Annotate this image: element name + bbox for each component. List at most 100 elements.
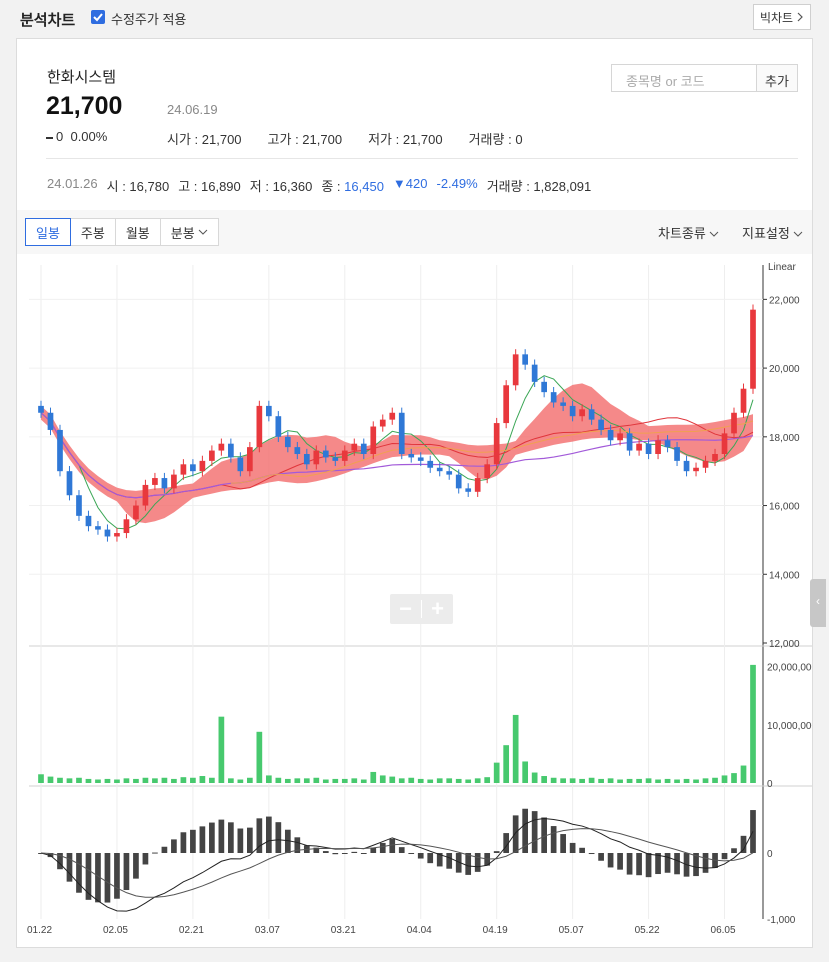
macd-histogram-bar — [351, 851, 358, 853]
tab-daily[interactable]: 일봉 — [25, 218, 71, 246]
volume-bar — [47, 776, 54, 783]
tab-monthly[interactable]: 월봉 — [114, 218, 161, 246]
price-date: 24.06.19 — [167, 102, 218, 117]
volume-bar — [303, 778, 310, 783]
change-value: 0 — [56, 129, 64, 144]
chevron-down-icon — [198, 229, 208, 235]
macd-histogram-bar — [247, 827, 253, 853]
x-tick-label: 04.19 — [483, 925, 508, 936]
zoom-in-button[interactable]: + — [422, 594, 453, 624]
volume-bar — [152, 778, 158, 783]
volume-bar — [712, 777, 718, 783]
candle — [427, 460, 434, 468]
stock-search-input[interactable]: 종목명 or 코드 — [611, 64, 757, 92]
volume-bar — [683, 778, 690, 783]
top-bar: 분석차트 수정주가 적용 빅차트 — [0, 0, 829, 36]
candle — [408, 454, 415, 458]
add-button[interactable]: 추가 — [756, 64, 798, 92]
macd-histogram-bar — [674, 853, 680, 875]
adjusted-price-checkbox[interactable] — [91, 10, 105, 24]
volume-bar — [228, 778, 234, 783]
ohlc-summary: 시가 : 21,700 고가 : 21,700 저가 : 21,700 거래량 … — [167, 129, 523, 148]
volume-bar — [294, 778, 301, 783]
chevron-down-icon — [710, 231, 719, 237]
volume-bar — [531, 772, 538, 783]
macd-histogram-bar — [379, 842, 386, 853]
volume-bar — [740, 765, 747, 783]
candle — [247, 447, 253, 472]
adjusted-price-label[interactable]: 수정주가 적용 — [111, 9, 186, 28]
macd-histogram-bar — [465, 853, 472, 875]
divider — [46, 158, 798, 159]
candle — [389, 412, 396, 420]
volume-bar — [417, 778, 424, 783]
volume-tick-label: 20,000,000 — [767, 663, 812, 674]
macd-histogram-bar — [664, 853, 671, 873]
volume-bar — [750, 664, 756, 783]
chart-type-menu[interactable]: 차트종류 — [658, 223, 719, 242]
indicator-settings-menu[interactable]: 지표설정 — [742, 223, 803, 242]
volume-bar — [332, 778, 339, 783]
history-date: 24.01.26 — [47, 176, 98, 191]
macd-tick-label: 0 — [767, 849, 773, 860]
volume-bar — [38, 774, 44, 783]
candle — [322, 450, 329, 458]
candle — [161, 478, 168, 489]
candle — [142, 484, 149, 506]
candle — [209, 450, 215, 461]
candle — [541, 381, 547, 393]
volume-bar — [493, 762, 500, 783]
candle — [750, 309, 756, 389]
history-close: 종 : 16,450 — [321, 179, 384, 194]
tab-minute[interactable]: 분봉 — [159, 218, 219, 246]
volume-bar — [76, 777, 82, 783]
x-tick-label: 02.21 — [179, 925, 204, 936]
volume-bar — [474, 778, 481, 783]
volume-bar — [265, 775, 272, 783]
volume-bar — [436, 778, 443, 783]
volume-bar — [560, 778, 566, 783]
volume-bar — [721, 775, 728, 783]
candle — [114, 533, 120, 537]
volume-bar — [190, 777, 196, 783]
volume-bar — [57, 777, 63, 783]
volume-bar — [209, 777, 215, 783]
candle — [636, 443, 642, 451]
tab-weekly[interactable]: 주봉 — [69, 218, 116, 246]
candle — [294, 447, 301, 454]
macd-histogram-bar — [569, 842, 576, 853]
candle — [503, 385, 510, 424]
volume-bar — [275, 777, 282, 783]
volume-bar — [123, 778, 130, 783]
big-chart-button[interactable]: 빅차트 — [753, 4, 811, 30]
volume-bar — [142, 777, 149, 783]
zoom-out-button[interactable]: − — [390, 594, 421, 624]
side-panel-handle[interactable]: ‹ — [810, 579, 826, 627]
volume-bar — [408, 777, 415, 783]
volume-bar — [465, 779, 472, 783]
zoom-controls: − + — [390, 594, 453, 624]
macd-histogram-bar — [721, 853, 728, 860]
price-tick-label: 14,000 — [769, 570, 800, 581]
candle — [740, 388, 747, 413]
price-tick-label: 20,000 — [769, 364, 800, 375]
candle — [446, 471, 453, 475]
candle — [152, 478, 158, 485]
volume-tick-label: 0 — [767, 779, 773, 790]
candle — [674, 447, 680, 461]
volume-bar — [588, 777, 595, 783]
macd-histogram-bar — [218, 819, 225, 853]
chart-toolbar: 일봉 주봉 월봉 분봉 차트종류 지표설정 — [17, 210, 812, 254]
macd-histogram-bar — [598, 853, 604, 861]
volume-bar — [522, 761, 529, 783]
volume-bar — [180, 777, 187, 783]
price-change: 0 0.00% — [46, 129, 107, 144]
candle — [57, 429, 63, 472]
candle — [85, 515, 92, 527]
macd-histogram-bar — [645, 853, 652, 878]
volume-bar — [569, 778, 576, 783]
candle — [474, 478, 481, 492]
volume-tick-label: 10,000,000 — [767, 721, 812, 732]
candle — [512, 354, 519, 386]
volume-bar — [133, 778, 139, 783]
